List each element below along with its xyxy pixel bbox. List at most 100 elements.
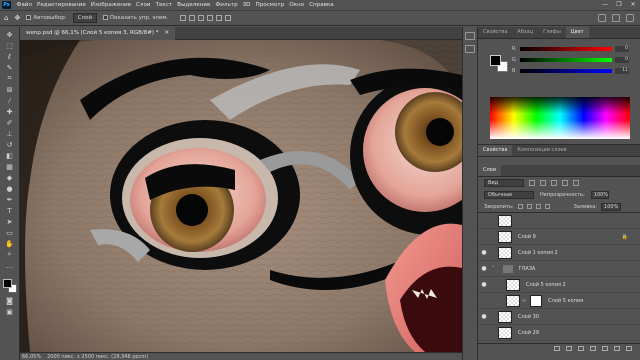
layer-name[interactable]: Слой 1 копия 2 (518, 250, 558, 256)
tab-glyphs[interactable]: Глифы (538, 27, 566, 38)
eyedropper-tool-icon[interactable]: ⁄ (4, 96, 16, 105)
new-layer-icon[interactable] (614, 345, 620, 351)
shape-tool-icon[interactable]: ▭ (4, 228, 16, 237)
group-name[interactable]: ГЛАЗА (519, 266, 536, 272)
blur-tool-icon[interactable]: ◆ (4, 173, 16, 182)
layer-row[interactable]: ● Слой 30 (478, 309, 640, 325)
blue-value[interactable]: 11 (615, 68, 629, 74)
gradient-tool-icon[interactable]: ▦ (4, 162, 16, 171)
tab-color[interactable]: Цвет (565, 27, 589, 38)
tab-paragraph[interactable]: Абзац (512, 27, 538, 38)
layer-row[interactable]: ● Слой 1 копия 2 (478, 245, 640, 261)
layer-name[interactable]: Слой 29 (518, 330, 539, 336)
color-swatches[interactable] (2, 278, 18, 294)
tab-layer-comps[interactable]: Композиции слоев (512, 145, 571, 156)
filter-shape-icon[interactable] (562, 180, 568, 186)
menu-image[interactable]: Изображение (88, 2, 133, 8)
menu-edit[interactable]: Редактирование (34, 2, 88, 8)
green-track[interactable] (520, 58, 612, 62)
opacity-input[interactable]: 100% (590, 191, 609, 199)
menu-layers[interactable]: Слои (134, 2, 154, 8)
color-foreground-swatch[interactable] (490, 55, 501, 66)
tab-layers[interactable]: Слои (478, 165, 501, 176)
minimize-icon[interactable]: — (598, 0, 612, 10)
brush-tool-icon[interactable]: ✐ (4, 118, 16, 127)
red-track[interactable] (520, 47, 612, 51)
adjustments-panel-icon[interactable] (465, 45, 475, 53)
link-layers-icon[interactable] (554, 345, 560, 351)
new-group-icon[interactable] (602, 345, 608, 351)
share-icon[interactable] (626, 14, 634, 22)
lock-position-icon[interactable] (535, 204, 541, 209)
tab-props[interactable]: Свойства (478, 145, 513, 156)
menu-view[interactable]: Просмотр (253, 2, 287, 8)
lock-pixels-icon[interactable] (526, 204, 532, 209)
quick-mask-icon[interactable]: ◙ (4, 296, 16, 305)
align-center-icon[interactable] (216, 15, 223, 21)
color-spectrum[interactable] (490, 97, 630, 139)
photoshop-logo[interactable]: Ps (2, 1, 11, 9)
move-tool-icon[interactable]: ✥ (4, 30, 16, 39)
eraser-tool-icon[interactable]: ◧ (4, 151, 16, 160)
quick-select-tool-icon[interactable]: ✎ (4, 63, 16, 72)
link-icon[interactable]: ∞ (522, 298, 526, 304)
eye-icon[interactable]: ● (478, 313, 490, 320)
path-select-tool-icon[interactable]: ➤ (4, 217, 16, 226)
menu-3d[interactable]: 3D (240, 2, 253, 8)
eye-icon[interactable]: ● (478, 281, 490, 288)
menu-file[interactable]: Файл (14, 2, 34, 8)
red-slider[interactable]: R 0 (512, 45, 630, 53)
autoselect-dropdown[interactable]: Слой (72, 13, 97, 23)
layer-name[interactable]: Слой 5 копия (548, 298, 583, 304)
filter-pixel-icon[interactable] (529, 180, 535, 186)
layer-name[interactable]: Слой 9 (518, 234, 536, 240)
autoselect-toggle[interactable]: Автовыбор: (26, 15, 67, 21)
lock-all-icon[interactable] (544, 204, 550, 209)
eye-icon[interactable]: ● (478, 249, 490, 256)
stamp-tool-icon[interactable]: ⊥ (4, 129, 16, 138)
dodge-tool-icon[interactable]: ● (4, 184, 16, 193)
menu-window[interactable]: Окно (287, 2, 307, 8)
tab-properties[interactable]: Свойства (478, 27, 512, 38)
home-icon[interactable]: ⌂ (4, 14, 8, 22)
align-top-icon[interactable] (180, 15, 187, 21)
zoom-tool-icon[interactable]: ⌕ (4, 250, 16, 259)
blue-slider[interactable]: B 11 (512, 67, 630, 75)
fill-input[interactable]: 100% (601, 202, 622, 211)
marquee-tool-icon[interactable]: ⬚ (4, 41, 16, 50)
green-slider[interactable]: G 0 (512, 56, 630, 64)
foreground-color-swatch[interactable] (2, 279, 12, 288)
layer-mask-thumbnail[interactable] (530, 294, 543, 307)
align-middle-icon[interactable] (189, 15, 196, 21)
restore-icon[interactable]: ❐ (612, 0, 626, 10)
crop-tool-icon[interactable]: ⌗ (4, 74, 16, 83)
lock-transparency-icon[interactable] (517, 204, 523, 209)
eye-icon[interactable]: ● (478, 265, 490, 272)
history-panel-icon[interactable] (465, 32, 475, 40)
filter-type-icon[interactable] (551, 180, 557, 186)
screen-mode-icon[interactable]: ▣ (4, 307, 16, 316)
menu-filter[interactable]: Фильтр (213, 2, 240, 8)
menu-text[interactable]: Текст (153, 2, 175, 8)
blue-track[interactable] (520, 69, 612, 73)
menu-help[interactable]: Справка (307, 2, 337, 8)
close-tab-icon[interactable]: ✕ (164, 27, 169, 40)
group-expand-icon[interactable]: ˅ (492, 266, 495, 272)
layer-kind-dropdown[interactable]: Вид (484, 179, 524, 187)
layer-name[interactable]: Слой 30 (518, 314, 539, 320)
layer-row[interactable]: ● Слой 5 копия 2 (478, 277, 640, 293)
align-left-icon[interactable] (207, 15, 214, 21)
fx-icon[interactable] (566, 345, 572, 351)
layer-row[interactable]: ∞ Слой 5 копия (478, 293, 640, 309)
blend-mode-dropdown[interactable]: Обычные (484, 191, 534, 199)
align-right-icon[interactable] (225, 15, 232, 21)
green-value[interactable]: 0 (615, 57, 629, 63)
autoselect-checkbox[interactable] (26, 15, 32, 20)
menu-select[interactable]: Выделение (175, 2, 213, 8)
red-value[interactable]: 0 (615, 46, 629, 52)
healing-tool-icon[interactable]: ✚ (4, 107, 16, 116)
canvas[interactable] (20, 40, 462, 352)
document-tab[interactable]: wenp.psd @ 66,1% (Слой 5 копия 3, RGB/8#… (20, 27, 176, 40)
layer-row[interactable]: Слой 29 (478, 325, 640, 341)
close-icon[interactable]: ✕ (626, 0, 640, 10)
